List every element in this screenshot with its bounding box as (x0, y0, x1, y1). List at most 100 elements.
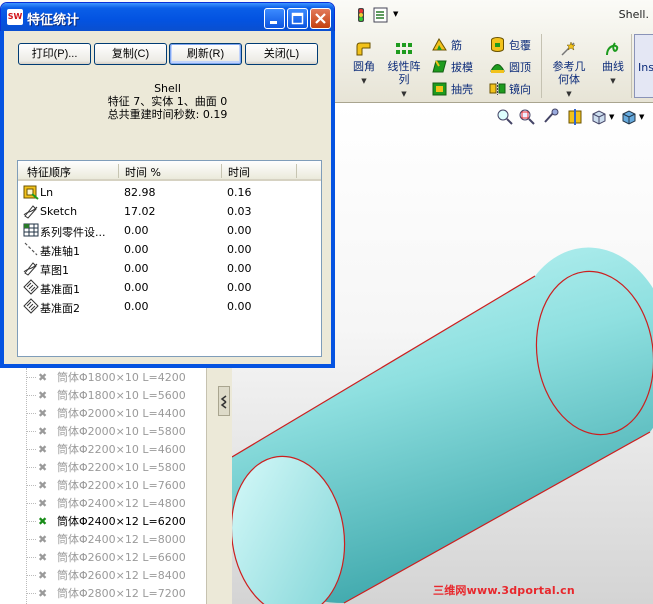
configuration-icon: ✖ (38, 568, 48, 582)
configuration-icon: ✖ (38, 424, 48, 438)
rib-command[interactable]: 筋 (431, 36, 462, 53)
plane-icon (23, 279, 39, 295)
feature-name: Ln (40, 186, 54, 199)
configuration-item[interactable]: ✖ 筒体Φ2400×12 L=8000 (22, 530, 212, 548)
reference-geometry-command[interactable]: 参考几何体 ▼ (549, 40, 589, 101)
feature-name: 草图1 (40, 264, 69, 277)
feature-time: 0.00 (227, 262, 252, 275)
curves-dropdown-icon[interactable]: ▼ (610, 77, 615, 85)
configuration-item[interactable]: ✖ 筒体Φ1800×10 L=4200 (22, 368, 212, 386)
feature-row[interactable]: 基准面1 0.00 0.00 (18, 278, 321, 297)
feature-name: 基准面1 (40, 283, 80, 296)
configuration-label: 筒体Φ2200×10 L=7600 (57, 479, 186, 492)
fillet-icon (356, 42, 371, 56)
feature-statistics-list[interactable]: 特征顺序 时间 % 时间 Ln 82.98 0.16 Sketch 17.02 0.03 系… (17, 160, 322, 357)
sketch-icon (23, 260, 39, 276)
reference-geometry-label: 参考几何体 (552, 60, 586, 86)
copy-button[interactable]: 复制(C) (94, 43, 167, 65)
feature-time: 0.00 (227, 281, 252, 294)
feature-name: Sketch (40, 205, 78, 218)
feature-row[interactable]: 基准面2 0.00 0.00 (18, 297, 321, 316)
standard-toolbar-strip: ▼ Shell. (330, 0, 653, 30)
column-divider[interactable] (221, 164, 222, 178)
column-divider[interactable] (118, 164, 119, 178)
feature-row[interactable]: Ln 82.98 0.16 (18, 183, 321, 202)
fillet-command[interactable]: 圆角 ▼ (351, 40, 377, 88)
curves-label: 曲线 (602, 60, 624, 73)
axis-icon (23, 241, 39, 257)
draft-command[interactable]: 拔模 (431, 58, 473, 75)
configuration-label: 筒体Φ2400×12 L=4800 (57, 497, 186, 510)
splitter-arrow-icon (220, 395, 227, 409)
wrap-command[interactable]: 包覆 (489, 36, 531, 53)
configuration-label: 筒体Φ2400×12 L=8000 (57, 533, 186, 546)
column-header-time[interactable]: 时间 (228, 164, 250, 180)
feature-name: 系列零件设... (40, 226, 106, 239)
column-header-feature-order[interactable]: 特征顺序 (27, 164, 71, 180)
close-button[interactable]: 关闭(L) (245, 43, 318, 65)
minimize-button[interactable] (264, 8, 285, 29)
feature-row[interactable]: 草图1 0.00 0.00 (18, 259, 321, 278)
rebuild-icon[interactable] (352, 6, 370, 24)
linear-pattern-command[interactable]: 线性阵列 ▼ (385, 40, 423, 101)
feature-row[interactable]: 基准轴1 0.00 0.00 (18, 240, 321, 259)
shell-command[interactable]: 抽壳 (431, 80, 473, 97)
rib-label: 筋 (451, 38, 462, 52)
dome-icon (490, 64, 505, 73)
feature-row[interactable]: Sketch 17.02 0.03 (18, 202, 321, 221)
linear-pattern-label: 线性阵列 (387, 60, 421, 86)
configuration-item[interactable]: ✖ 筒体Φ2200×10 L=5800 (22, 458, 212, 476)
wrap-label: 包覆 (509, 38, 531, 52)
close-window-button[interactable] (310, 8, 331, 29)
feature-time: 0.00 (227, 224, 252, 237)
design-table-icon (23, 222, 39, 238)
configuration-label: 筒体Φ2400×12 L=6200 (57, 515, 186, 528)
reference-geometry-dropdown-icon[interactable]: ▼ (566, 90, 571, 98)
configuration-list: ✖ 筒体Φ1800×10 L=4200 ✖ 筒体Φ1800×10 L=5600 ✖ 筒体Φ… (22, 368, 212, 602)
minimize-icon (270, 21, 277, 24)
feature-row[interactable]: 系列零件设... 0.00 0.00 (18, 221, 321, 240)
configuration-item[interactable]: ✖ 筒体Φ2800×12 L=7200 (22, 584, 212, 602)
refresh-button[interactable]: 刷新(R) (169, 43, 242, 65)
configuration-item[interactable]: ✖ 筒体Φ2400×12 L=6200 (22, 512, 212, 530)
configuration-item[interactable]: ✖ 筒体Φ2600×12 L=6600 (22, 548, 212, 566)
feature-time-percent: 0.00 (124, 224, 149, 237)
options-dropdown-icon[interactable]: ▼ (393, 10, 398, 18)
dome-command[interactable]: 圆顶 (489, 58, 531, 75)
column-divider[interactable] (296, 164, 297, 178)
column-header-time-percent[interactable]: 时间 % (125, 164, 161, 180)
configuration-item[interactable]: ✖ 筒体Φ2200×10 L=7600 (22, 476, 212, 494)
print-button[interactable]: 打印(P)... (18, 43, 91, 65)
sketch-icon (23, 203, 39, 219)
configuration-item[interactable]: ✖ 筒体Φ2400×12 L=4800 (22, 494, 212, 512)
configuration-item[interactable]: ✖ 筒体Φ2200×10 L=4600 (22, 440, 212, 458)
options-icon[interactable] (372, 6, 390, 24)
configuration-icon: ✖ (38, 388, 48, 402)
feature-time-percent: 0.00 (124, 281, 149, 294)
maximize-icon (291, 12, 304, 25)
configuration-item[interactable]: ✖ 筒体Φ2000×10 L=4400 (22, 404, 212, 422)
document-title: Shell. (618, 8, 649, 21)
feature-time: 0.00 (227, 300, 252, 313)
splitter-handle[interactable] (218, 386, 230, 416)
configuration-item[interactable]: ✖ 筒体Φ1800×10 L=5600 (22, 386, 212, 404)
toolbar-separator (631, 34, 632, 98)
insert-tab[interactable]: Ins (634, 34, 653, 98)
dialog-title-bar[interactable]: SW 特征统计 (1, 3, 334, 31)
plane-icon (23, 298, 39, 314)
solidworks-app-icon: SW (7, 9, 23, 25)
configuration-label: 筒体Φ2600×12 L=6600 (57, 551, 186, 564)
maximize-button[interactable] (287, 8, 308, 29)
configuration-icon: ✖ (38, 496, 48, 510)
configuration-item[interactable]: ✖ 筒体Φ2600×12 L=8400 (22, 566, 212, 584)
feature-time: 0.03 (227, 205, 252, 218)
feature-name: 基准轴1 (40, 245, 80, 258)
curves-command[interactable]: 曲线 ▼ (599, 40, 627, 88)
list-header: 特征顺序 时间 % 时间 (18, 161, 321, 181)
mirror-command[interactable]: 镜向 (489, 80, 531, 97)
configuration-item[interactable]: ✖ 筒体Φ2000×10 L=5800 (22, 422, 212, 440)
rib-icon (432, 38, 447, 51)
linear-pattern-dropdown-icon[interactable]: ▼ (401, 90, 406, 98)
fillet-dropdown-icon[interactable]: ▼ (361, 77, 366, 85)
draft-label: 拔模 (451, 60, 473, 74)
